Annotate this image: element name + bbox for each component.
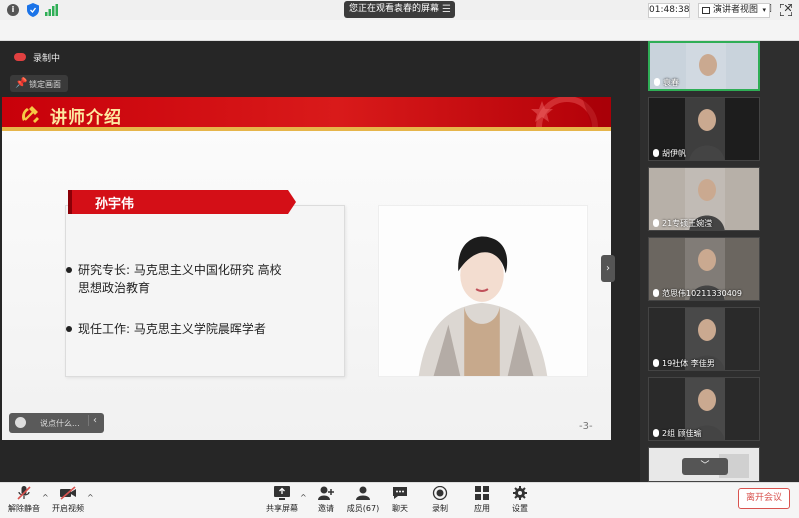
participant-name-text: 胡伊帆 — [662, 149, 686, 158]
bullet-dot — [66, 267, 72, 273]
apps-grid-icon — [475, 486, 489, 500]
speaker-photo — [378, 205, 588, 377]
participant-name: 胡伊帆 — [653, 148, 686, 159]
meeting-info-bar — [0, 20, 799, 41]
mic-icon — [653, 219, 659, 227]
share-screen-button[interactable]: 共享屏幕 — [262, 484, 302, 516]
chevron-left-icon[interactable]: ‹ — [88, 415, 97, 426]
participant-name-text: 2组 顾佳瑜 — [662, 429, 702, 438]
participant-tile[interactable]: 范思伟10211330409 — [648, 237, 760, 301]
shield-icon[interactable] — [27, 3, 39, 17]
participant-name-text: 范思伟10211330409 — [662, 289, 742, 298]
speaker-name: 孙宇伟 — [95, 197, 135, 212]
unmute-button[interactable]: 解除静音 — [4, 484, 44, 516]
chevron-up-icon[interactable]: ^ — [87, 493, 94, 502]
slide-title: 讲师介绍 — [50, 108, 122, 128]
mic-icon — [654, 78, 660, 86]
speaker-view-icon — [702, 7, 710, 14]
bullet-expertise-line2: 思想政治教育 — [78, 281, 151, 295]
page-number: -3- — [579, 421, 593, 432]
add-user-icon — [318, 486, 334, 500]
recording-status: 录制中 — [33, 54, 61, 64]
participant-tile[interactable]: 胡伊帆 — [648, 97, 760, 161]
network-signal-icon[interactable] — [45, 4, 58, 16]
party-emblem-icon — [22, 106, 39, 123]
sharing-text: 您正在观看袁春的屏幕 — [349, 4, 440, 14]
mic-icon — [653, 359, 659, 367]
participant-name-text: 21专硕王婉滢 — [662, 219, 713, 228]
start-video-button[interactable]: 开启视频 — [48, 484, 88, 516]
participant-name-text: 19社体 李佳男 — [662, 359, 715, 368]
bullet-expertise-line1: 研究专长: 马克思主义中国化研究 高校 — [78, 263, 282, 277]
participant-tile[interactable]: 19社体 李佳男 — [648, 307, 760, 371]
participant-name: 21专硕王婉滢 — [653, 218, 712, 229]
members-icon — [356, 486, 370, 500]
participant-name: 袁春 — [654, 77, 679, 88]
settings-button[interactable]: 设置 — [500, 484, 540, 516]
participant-tile[interactable]: 袁春 — [648, 41, 760, 91]
participant-name: 19社体 李佳男 — [653, 358, 715, 369]
pin-icon: 📌 — [15, 78, 28, 89]
lock-screen-label: 锁定画面 — [29, 80, 61, 89]
gear-icon — [513, 486, 527, 500]
meeting-timer: 01:48:38 — [648, 3, 690, 18]
collapse-panel-button[interactable]: › — [601, 255, 615, 282]
chat-placeholder[interactable]: 说点什么... — [40, 418, 80, 429]
chevron-down-icon: ▾ — [762, 6, 766, 14]
chat-icon — [393, 487, 407, 499]
cloud-record-icon — [14, 53, 26, 61]
participant-tile[interactable]: 2组 顾佳瑜 — [648, 377, 760, 441]
header-decoration-icon — [531, 97, 611, 127]
view-mode-label: 演讲者视图 — [713, 5, 759, 15]
mic-icon — [653, 149, 659, 157]
emoji-icon[interactable] — [15, 417, 26, 428]
mic-icon — [653, 429, 659, 437]
shared-slide: 讲师介绍 孙宇伟 研究专长: 马克思主义中国化研究 高校 思想政治教育 现任工作… — [2, 97, 611, 440]
info-icon[interactable]: i — [7, 4, 19, 16]
bullet-dot — [66, 326, 72, 332]
sharing-indicator[interactable]: 您正在观看袁春的屏幕 ☰ — [344, 1, 455, 18]
record-icon — [432, 486, 448, 500]
menu-icon[interactable]: ☰ — [442, 1, 451, 18]
view-mode-button[interactable]: 演讲者视图 ▾ — [698, 3, 770, 18]
participant-name: 2组 顾佳瑜 — [653, 428, 702, 439]
leave-meeting-button[interactable]: 离开会议 — [738, 488, 790, 509]
participant-name-text: 袁春 — [663, 78, 679, 87]
share-screen-icon — [274, 486, 290, 500]
record-button[interactable]: 录制 — [420, 484, 460, 516]
camera-off-icon — [60, 486, 76, 500]
participant-tile[interactable]: 21专硕王婉滢 — [648, 167, 760, 231]
bullet-position: 现任工作: 马克思主义学院晨晖学者 — [78, 322, 266, 336]
scroll-down-button[interactable]: ﹀ — [682, 458, 728, 475]
fullscreen-icon[interactable] — [780, 4, 792, 16]
mic-icon — [653, 289, 659, 297]
mic-muted-icon — [17, 486, 31, 500]
participant-name: 范思伟10211330409 — [653, 288, 742, 299]
